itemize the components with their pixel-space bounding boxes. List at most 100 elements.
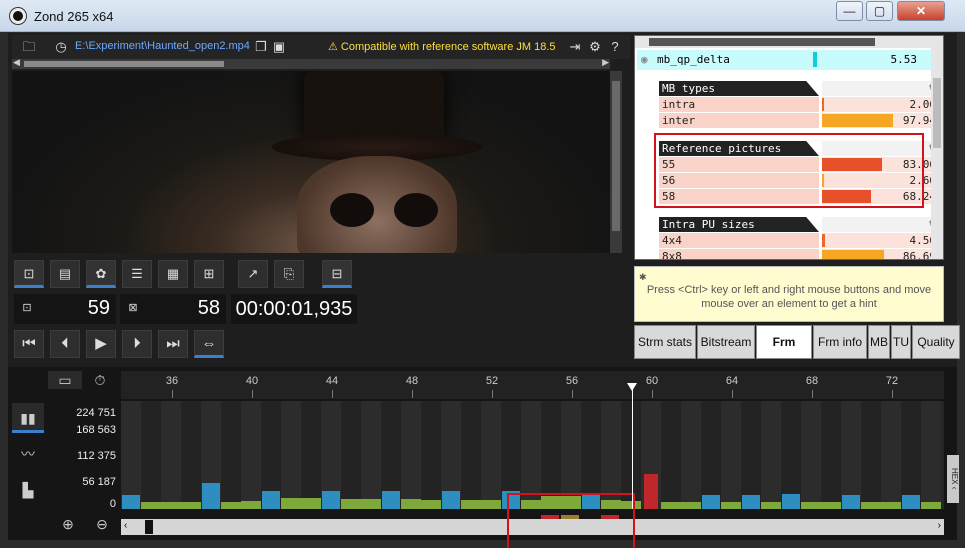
timeline-view-toggle[interactable]: ▭ [48, 371, 82, 389]
frame-size-bar[interactable] [782, 494, 800, 509]
frame-size-bar[interactable] [262, 491, 280, 509]
scroll-right-arrow-icon[interactable]: › [938, 520, 941, 531]
frame-size-bar[interactable] [401, 499, 421, 509]
close-button[interactable]: ✕ [897, 1, 945, 21]
frame-column[interactable] [861, 401, 881, 509]
frame-column[interactable] [161, 401, 181, 509]
frame-ruler[interactable]: 36 40 44 48 52 56 60 64 68 72 [121, 371, 944, 399]
frame-column[interactable] [721, 401, 741, 509]
history-clock-icon[interactable]: ◷ [52, 38, 70, 56]
settings-gear-icon[interactable]: ⚙ [586, 38, 604, 56]
frame-size-bar[interactable] [801, 502, 821, 509]
pin-icon[interactable]: ✱ [639, 270, 647, 284]
section-header[interactable]: Intra PU sizes% [659, 217, 943, 232]
frame-column[interactable] [121, 401, 141, 509]
frame-size-bar[interactable] [481, 500, 501, 509]
tab-frm-info[interactable]: Frm info [813, 325, 867, 359]
step-back-button[interactable]: ⏴ [50, 330, 80, 358]
frame-size-bar[interactable] [461, 500, 481, 509]
frame-column[interactable] [201, 401, 221, 509]
frame-size-bar[interactable] [661, 502, 681, 509]
scroll-thumb[interactable] [24, 61, 224, 67]
frame-size-bar[interactable] [301, 498, 321, 509]
tab-bitstream[interactable]: Bitstream [697, 325, 755, 359]
scroll-thumb[interactable] [649, 38, 875, 46]
screenshot-icon[interactable]: ▣ [270, 38, 288, 56]
frame-column[interactable] [841, 401, 861, 509]
tab-tu[interactable]: TU [891, 325, 911, 359]
frame-size-bar[interactable] [161, 502, 181, 509]
frame-column[interactable] [181, 401, 201, 509]
bar-chart-mode-icon[interactable]: ▮▮ [12, 403, 44, 433]
frame-size-bar[interactable] [921, 502, 941, 509]
video-frame-view[interactable] [12, 71, 610, 253]
loop-range-button[interactable]: ⇔ [194, 330, 224, 358]
frame-column[interactable] [281, 401, 301, 509]
playhead-marker-icon[interactable] [627, 383, 637, 391]
minimize-button[interactable]: — [836, 1, 863, 21]
playhead-line[interactable] [632, 387, 633, 509]
frame-size-bar[interactable] [141, 502, 161, 509]
image-view-tool[interactable]: ▤ [50, 260, 80, 288]
scroll-thumb[interactable] [933, 78, 941, 148]
frame-column[interactable] [321, 401, 341, 509]
export-icon[interactable]: ⇥ [566, 38, 584, 56]
frame-column[interactable] [821, 401, 841, 509]
maximize-button[interactable]: ▢ [866, 1, 893, 21]
frame-column[interactable] [661, 401, 681, 509]
scroll-thumb[interactable] [612, 81, 620, 231]
stats-vscrollbar[interactable] [931, 48, 943, 259]
tab-frm-stats[interactable]: Frm stats [756, 325, 812, 381]
frame-size-bar[interactable] [644, 474, 658, 509]
grid-lines-tool[interactable]: ☰ [122, 260, 152, 288]
frame-size-bar[interactable] [742, 495, 760, 509]
frame-size-bar[interactable] [221, 502, 241, 509]
frame-size-bar[interactable] [322, 491, 340, 509]
frame-size-bar[interactable] [341, 499, 361, 509]
hex-panel-toggle[interactable]: HEX ‹ [947, 455, 959, 503]
video-hscrollbar[interactable]: ◀ ▶ [12, 57, 610, 69]
help-icon[interactable]: ? [606, 38, 624, 56]
frame-column[interactable] [381, 401, 401, 509]
step-forward-button[interactable]: ⏵ [122, 330, 152, 358]
frame-column[interactable] [901, 401, 921, 509]
frame-size-bar[interactable] [842, 495, 860, 509]
frame-column[interactable] [301, 401, 321, 509]
frame-size-bar[interactable] [702, 495, 720, 509]
frame-column[interactable] [341, 401, 361, 509]
overlay-frame-tool[interactable]: ⊡ [14, 260, 44, 288]
visibility-eye-icon[interactable]: ◉ [641, 53, 648, 66]
frame-size-bar[interactable] [361, 499, 381, 509]
frame-size-bar[interactable] [681, 502, 701, 509]
file-path-link[interactable]: E:\Experiment\Haunted_open2.mp4 [75, 40, 250, 52]
histogram-mode-icon[interactable]: ▙ [12, 475, 44, 505]
zoom-out-icon[interactable]: ⊖ [92, 515, 112, 533]
timer-icon[interactable]: ⏱ [88, 371, 112, 389]
go-first-button[interactable]: ⏮ [14, 330, 44, 358]
frame-column[interactable] [361, 401, 381, 509]
frame-size-bar[interactable] [181, 502, 201, 509]
frame-column[interactable] [401, 401, 421, 509]
frame-column[interactable] [701, 401, 721, 509]
go-last-button[interactable]: ⏭ [158, 330, 188, 358]
frame-size-bar[interactable] [202, 483, 220, 509]
frame-number-tool[interactable]: ⊟ [322, 260, 352, 288]
stats-hscrollbar[interactable] [635, 36, 943, 48]
frame-size-bar[interactable] [902, 495, 920, 509]
frame-size-bar[interactable] [382, 491, 400, 509]
frame-column[interactable] [461, 401, 481, 509]
frame-column[interactable] [141, 401, 161, 509]
mb-grid-tool[interactable]: ▦ [158, 260, 188, 288]
frame-size-bar[interactable] [281, 498, 301, 509]
frame-size-bar[interactable] [122, 495, 140, 509]
section-header[interactable]: MB types% [659, 81, 943, 96]
frame-size-bar[interactable] [241, 501, 261, 509]
frame-column[interactable] [681, 401, 701, 509]
frame-column[interactable] [641, 401, 661, 509]
tab-strm-stats[interactable]: Strm stats [634, 325, 696, 359]
frame-size-bar[interactable] [721, 502, 741, 509]
frame-column[interactable] [741, 401, 761, 509]
scroll-left-arrow-icon[interactable]: ‹ [124, 520, 127, 531]
frame-size-bar[interactable] [421, 500, 441, 509]
frame-column[interactable] [441, 401, 461, 509]
